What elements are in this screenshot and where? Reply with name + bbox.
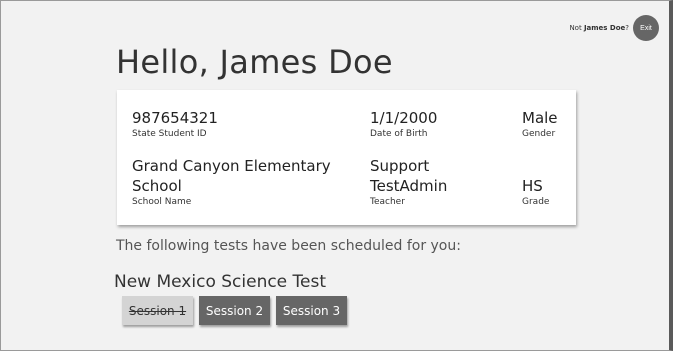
school-field: Grand Canyon Elementary School School Na…	[132, 156, 332, 207]
teacher-field: Support TestAdmin Teacher	[370, 156, 490, 207]
teacher-value-line2: TestAdmin	[370, 177, 448, 195]
student-id-value: 987654321	[132, 109, 218, 127]
session-2-button[interactable]: Session 2	[199, 296, 270, 325]
school-value-line2: School	[132, 177, 182, 195]
teacher-label: Teacher	[370, 197, 405, 207]
student-id-label: State Student ID	[132, 129, 207, 139]
student-info-card: 987654321 State Student ID 1/1/2000 Date…	[117, 90, 576, 225]
exit-button[interactable]: Exit	[633, 15, 659, 41]
grade-field: HS Grade	[522, 176, 549, 207]
app-frame: Not James Doe? Exit Hello, James Doe 987…	[0, 0, 673, 351]
gender-label: Gender	[522, 129, 556, 139]
session-buttons: Session 1 Session 2 Session 3	[122, 296, 347, 325]
not-suffix: ?	[625, 24, 629, 32]
not-user-text: Not James Doe?	[569, 24, 629, 32]
greeting-heading: Hello, James Doe	[116, 43, 393, 81]
not-prefix: Not	[569, 24, 582, 32]
school-value-line1: Grand Canyon Elementary	[132, 157, 331, 175]
gender-field: Male Gender	[522, 108, 558, 139]
test-name-heading: New Mexico Science Test	[114, 272, 327, 292]
user-bar: Not James Doe? Exit	[569, 15, 659, 41]
session-3-button[interactable]: Session 3	[276, 296, 347, 325]
not-user-name: James Doe	[583, 24, 626, 32]
school-label: School Name	[132, 197, 192, 207]
grade-label: Grade	[522, 197, 550, 207]
dob-field: 1/1/2000 Date of Birth	[370, 108, 437, 139]
grade-value: HS	[522, 177, 543, 195]
dob-label: Date of Birth	[370, 129, 428, 139]
gender-value: Male	[522, 109, 558, 127]
scheduled-tests-text: The following tests have been scheduled …	[116, 238, 461, 254]
student-id-field: 987654321 State Student ID	[132, 108, 218, 139]
teacher-value-line1: Support	[370, 157, 430, 175]
session-1-button[interactable]: Session 1	[122, 296, 193, 325]
dob-value: 1/1/2000	[370, 109, 438, 127]
